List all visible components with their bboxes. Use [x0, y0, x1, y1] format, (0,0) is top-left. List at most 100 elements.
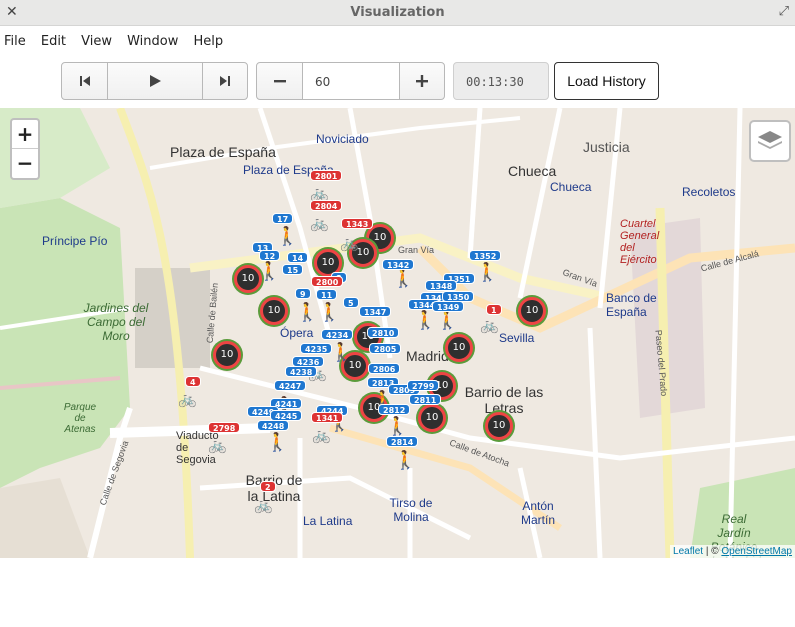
station-badge[interactable]: 2805 — [369, 343, 402, 354]
place-noviciado: Noviciado — [316, 132, 369, 146]
play-icon — [150, 75, 161, 87]
place-chueca-metro: Chueca — [550, 180, 592, 194]
openstreetmap-link[interactable]: OpenStreetMap — [721, 546, 792, 557]
place-principe-pio: Príncipe Pío — [42, 234, 108, 248]
person-icon[interactable]: 🚶 — [386, 418, 408, 436]
play-button[interactable] — [107, 62, 203, 100]
station-badge-alert[interactable]: 1341 — [311, 412, 344, 423]
menu-edit[interactable]: Edit — [41, 34, 66, 49]
station-badge[interactable]: 2811 — [409, 394, 442, 405]
station-badge[interactable]: 14 — [287, 252, 309, 263]
bicycle-icon[interactable]: 🚲 — [208, 438, 227, 453]
window-title: Visualization — [350, 5, 445, 20]
bicycle-icon[interactable]: 🚲 — [254, 498, 273, 513]
place-banco-de-espana: Banco de España — [606, 291, 657, 319]
place-campo-del-moro: Jardines del Campo del Moro — [83, 301, 149, 343]
person-icon[interactable]: 🚶 — [276, 228, 298, 246]
station-badge[interactable]: 4248 — [257, 420, 290, 431]
place-justicia: Justicia — [583, 139, 630, 155]
station-badge[interactable]: 2812 — [378, 404, 411, 415]
skip-back-button[interactable] — [61, 62, 108, 100]
station-badge[interactable]: 4235 — [300, 343, 333, 354]
cluster-marker[interactable]: 10 — [213, 341, 241, 369]
bicycle-icon[interactable]: 🚲 — [480, 318, 499, 333]
place-anton-martin: Antón Martín — [520, 499, 555, 527]
station-badge[interactable]: 2814 — [386, 436, 419, 447]
load-history-button[interactable]: Load History — [554, 62, 659, 100]
speed-decrease-button[interactable] — [256, 62, 303, 100]
cluster-marker[interactable]: 10 — [418, 404, 446, 432]
person-icon[interactable]: 🚶 — [258, 263, 280, 281]
station-badge[interactable]: 17 — [272, 213, 294, 224]
zoom-in-button[interactable]: + — [12, 120, 38, 149]
station-badge[interactable]: 2810 — [367, 327, 400, 338]
person-icon[interactable]: 🚶 — [436, 312, 458, 330]
layers-button[interactable] — [749, 120, 791, 162]
maximize-icon[interactable]: ⤢ — [779, 4, 789, 19]
station-badge[interactable]: 15 — [282, 264, 304, 275]
zoom-out-button[interactable]: − — [12, 149, 38, 178]
menu-window[interactable]: Window — [127, 34, 178, 49]
station-badge[interactable]: 2799 — [407, 380, 440, 391]
station-badge-alert[interactable]: 1 — [486, 304, 502, 315]
station-badge-alert[interactable]: 2800 — [311, 276, 344, 287]
menu-help[interactable]: Help — [193, 34, 223, 49]
station-badge[interactable]: 4234 — [321, 329, 354, 340]
person-icon[interactable]: 🚶 — [318, 304, 340, 322]
station-badge[interactable]: 2806 — [368, 363, 401, 374]
station-badge[interactable]: 1348 — [425, 280, 458, 291]
station-badge-alert[interactable]: 2801 — [310, 170, 343, 181]
person-icon[interactable]: 🚶 — [394, 452, 416, 470]
station-badge-alert[interactable]: 2798 — [208, 422, 241, 433]
place-la-latina: La Latina — [303, 514, 353, 528]
station-badge[interactable]: 5 — [343, 297, 359, 308]
bicycle-icon[interactable]: 🚲 — [310, 186, 329, 201]
person-icon[interactable]: 🚶 — [392, 270, 414, 288]
map-view[interactable]: Plaza de España Plaza de España Noviciad… — [0, 108, 795, 558]
title-bar: ✕ Visualization ⤢ — [0, 0, 795, 26]
minus-icon — [273, 80, 286, 83]
bicycle-icon[interactable]: 🚲 — [178, 392, 197, 407]
menu-file[interactable]: File — [4, 34, 26, 49]
person-icon[interactable]: 🚶 — [330, 344, 352, 362]
menu-view[interactable]: View — [81, 34, 112, 49]
person-icon[interactable]: 🚶 — [266, 434, 288, 452]
layers-icon — [758, 131, 782, 149]
cluster-marker[interactable]: 10 — [518, 297, 546, 325]
leaflet-link[interactable]: Leaflet — [673, 546, 703, 557]
place-sevilla: Sevilla — [499, 331, 535, 345]
station-badge[interactable]: 1342 — [382, 259, 415, 270]
station-badge[interactable]: 9 — [295, 288, 311, 299]
skip-forward-button[interactable] — [202, 62, 248, 100]
station-badge[interactable]: 4238 — [285, 366, 318, 377]
station-badge[interactable]: 11 — [316, 289, 338, 300]
cluster-marker[interactable]: 10 — [445, 334, 473, 362]
bicycle-icon[interactable]: 🚲 — [340, 236, 359, 251]
skip-forward-icon — [220, 76, 230, 86]
speed-increase-button[interactable] — [399, 62, 445, 100]
place-chueca-area: Chueca — [508, 163, 557, 179]
speed-input[interactable]: 60 — [303, 62, 399, 100]
place-recoletos: Recoletos — [682, 185, 736, 199]
station-badge-alert[interactable]: 2 — [260, 481, 276, 492]
person-icon[interactable]: 🚶 — [476, 264, 498, 282]
station-badge-alert[interactable]: 2804 — [310, 200, 343, 211]
place-parque-atenas: Parque de Atenas — [63, 402, 97, 435]
person-icon[interactable]: 🚶 — [414, 312, 436, 330]
station-badge[interactable]: 1352 — [469, 250, 502, 261]
playback-toolbar: 60 00:13:30 Load History — [0, 58, 795, 104]
station-badge-alert[interactable]: 4 — [185, 376, 201, 387]
station-badge[interactable]: 1347 — [359, 306, 392, 317]
bicycle-icon[interactable]: 🚲 — [312, 428, 331, 443]
skip-back-icon — [79, 76, 90, 86]
station-badge-alert[interactable]: 1343 — [341, 218, 374, 229]
cluster-marker[interactable]: 10 — [260, 297, 288, 325]
zoom-control: + − — [10, 118, 40, 180]
station-badge[interactable]: 1349 — [432, 301, 465, 312]
place-tirso-de-molina: Tirso de Molina — [389, 496, 433, 524]
person-icon[interactable]: 🚶 — [296, 304, 318, 322]
cluster-marker[interactable]: 10 — [485, 412, 513, 440]
station-badge[interactable]: 12 — [259, 250, 281, 261]
station-badge[interactable]: 4247 — [274, 380, 307, 391]
bicycle-icon[interactable]: 🚲 — [310, 216, 329, 231]
